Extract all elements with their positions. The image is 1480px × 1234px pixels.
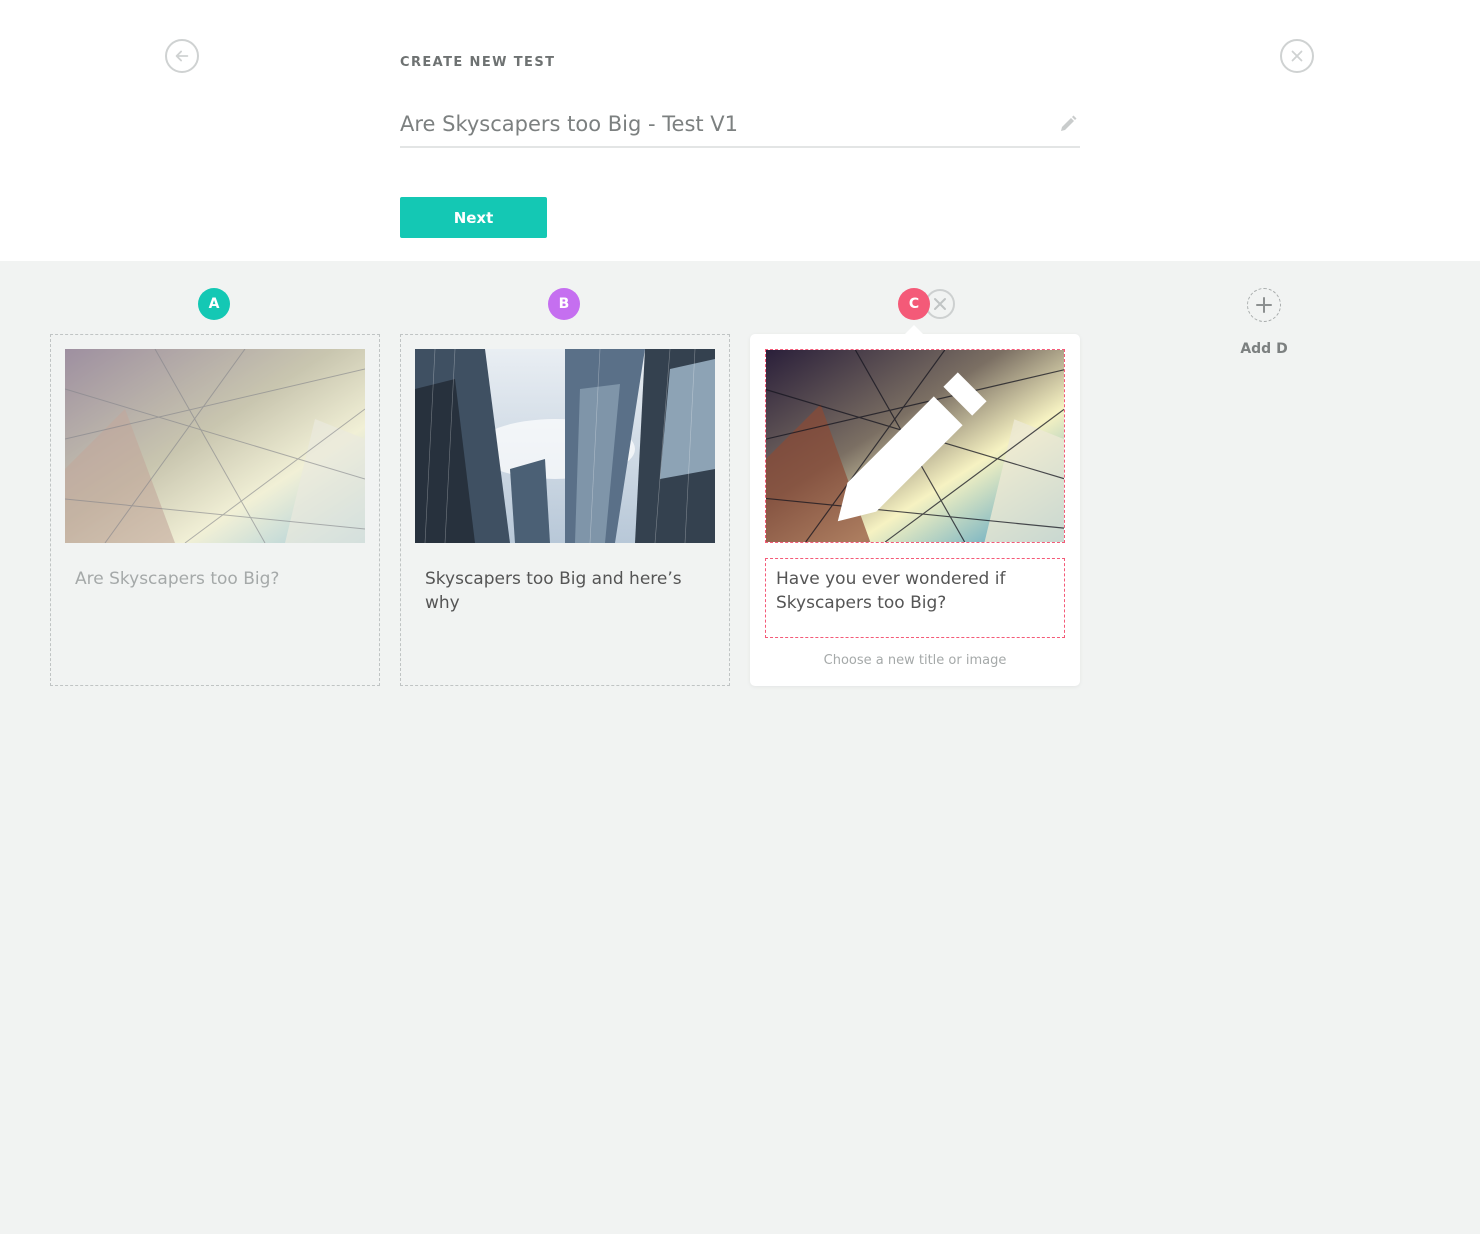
back-button[interactable] [165, 39, 199, 73]
variant-c-badge: C [898, 288, 930, 320]
next-button[interactable]: Next [400, 197, 547, 238]
pencil-icon[interactable] [1058, 114, 1078, 134]
variant-b-title[interactable]: Skyscapers too Big and here’s why [425, 567, 707, 615]
pencil-icon[interactable] [765, 358, 1054, 543]
variant-b-image[interactable] [415, 349, 715, 543]
variant-c-title-box[interactable]: Have you ever wondered if Skyscapers too… [765, 558, 1065, 638]
variant-b-badge: B [548, 288, 580, 320]
header-bar: CREATE NEW TEST Next [0, 0, 1480, 261]
variant-card-b[interactable]: Skyscapers too Big and here’s why [400, 334, 730, 686]
test-title-input[interactable] [400, 104, 1040, 144]
variant-c-hint: Choose a new title or image [823, 653, 1007, 668]
variant-a-badge: A [198, 288, 230, 320]
variant-c-title[interactable]: Have you ever wondered if Skyscapers too… [776, 567, 1046, 615]
arrow-left-icon [175, 50, 189, 62]
card-pointer [905, 325, 923, 334]
skyscrapers-looking-up-image [415, 349, 715, 543]
variant-a-title[interactable]: Are Skyscapers too Big? [75, 567, 357, 591]
variant-a-image[interactable] [65, 349, 365, 543]
plus-icon [1256, 297, 1272, 313]
variant-card-a[interactable]: Are Skyscapers too Big? [50, 334, 380, 686]
add-variant-button[interactable] [1247, 288, 1281, 322]
skyscraper-glass-image [65, 349, 365, 543]
close-icon [934, 298, 946, 310]
close-button[interactable] [1280, 39, 1314, 73]
test-title-field[interactable] [400, 104, 1080, 148]
add-variant-label[interactable]: Add D [1224, 341, 1304, 357]
variant-c-image[interactable] [765, 349, 1065, 543]
close-icon [1291, 50, 1303, 62]
variant-card-c[interactable]: Have you ever wondered if Skyscapers too… [750, 325, 1080, 686]
page-heading: CREATE NEW TEST [400, 55, 556, 70]
